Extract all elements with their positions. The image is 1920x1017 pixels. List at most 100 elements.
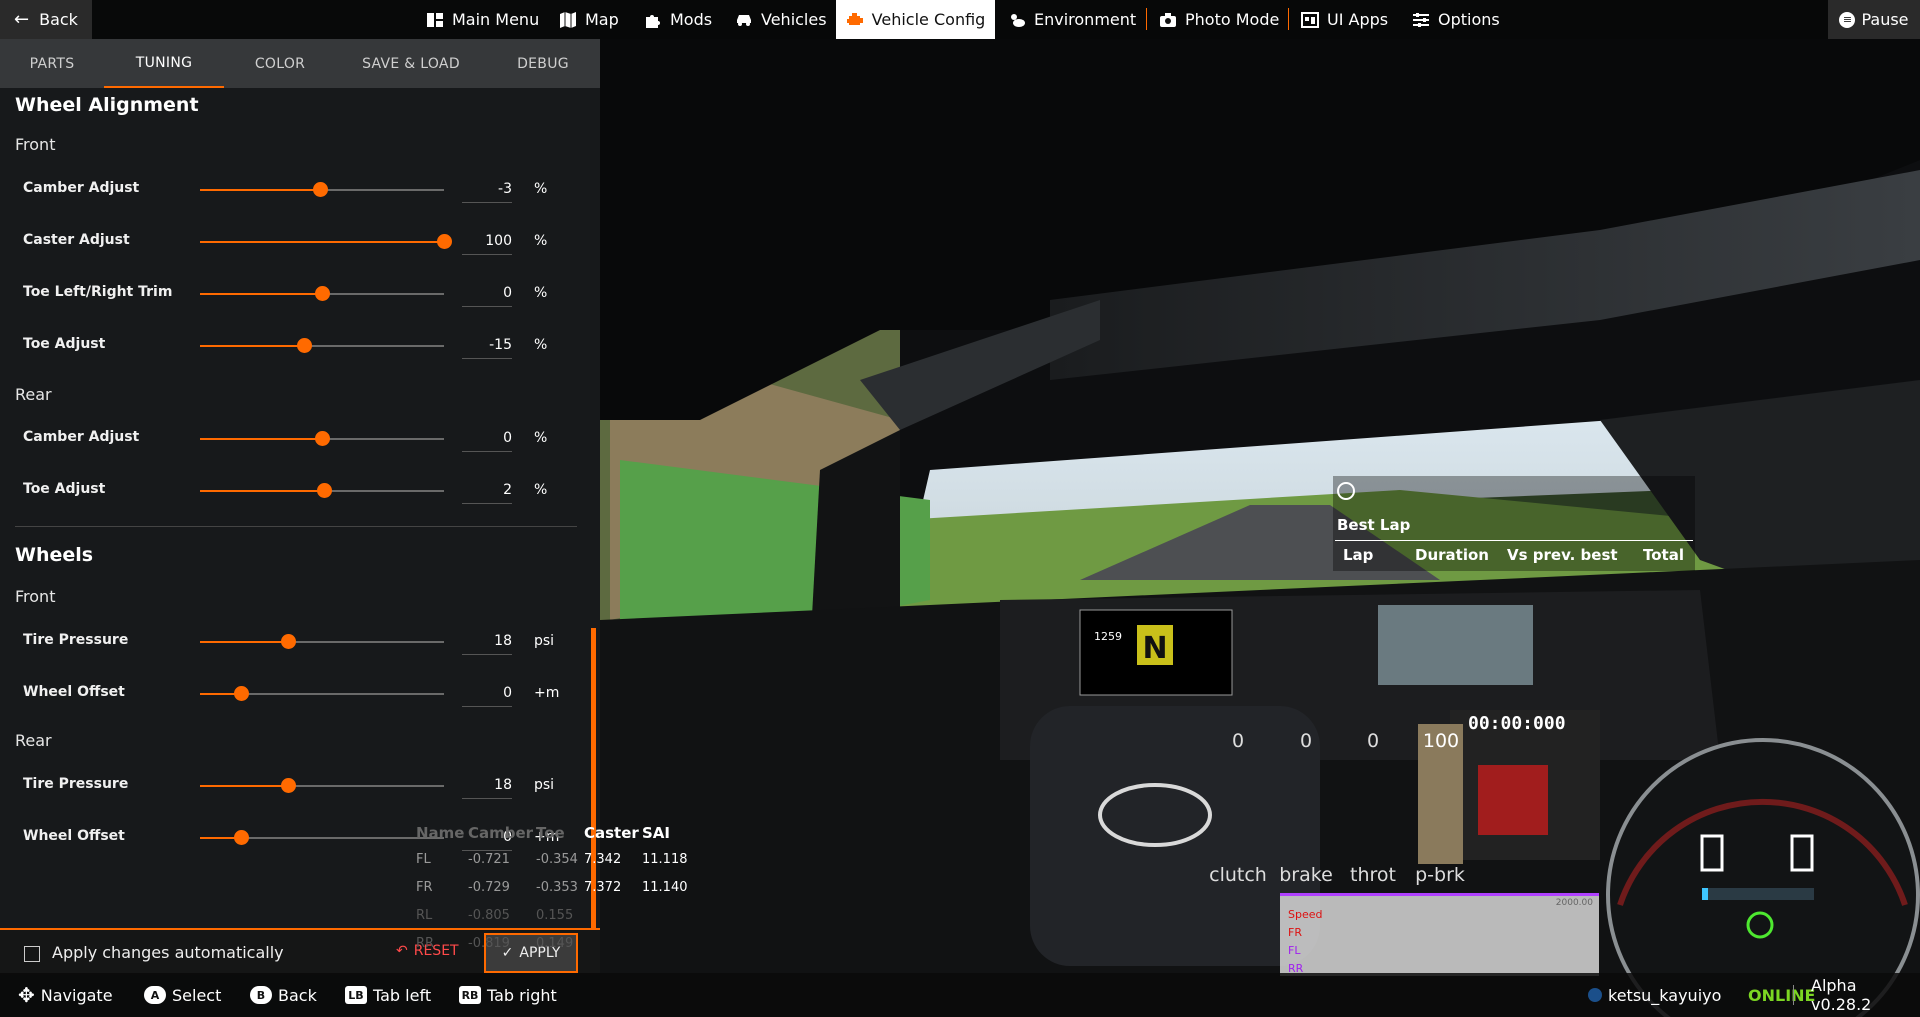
- config-tabs: PARTS TUNING COLOR SAVE & LOAD DEBUG: [0, 39, 600, 88]
- graph-label-fr: FR: [1288, 926, 1302, 939]
- nav-map[interactable]: Map: [559, 0, 619, 39]
- slider-handle[interactable]: [234, 686, 250, 701]
- setting-value-input[interactable]: 0: [462, 680, 512, 707]
- hint-tab-left-label: Tab left: [373, 985, 432, 1005]
- slider-handle[interactable]: [312, 182, 328, 197]
- apply-automatically-checkbox[interactable]: [24, 946, 40, 962]
- puzzle-icon: [646, 14, 660, 28]
- throttle-value: 0: [1366, 730, 1380, 752]
- setting-slider[interactable]: [200, 431, 444, 446]
- col-header-caster: Caster: [584, 824, 639, 842]
- hint-tab-left: LB Tab left: [345, 973, 431, 1017]
- setting-slider[interactable]: [200, 778, 444, 793]
- setting-unit: %: [534, 285, 548, 301]
- slider-fill: [200, 189, 320, 191]
- nav-photo-mode-label: Photo Mode: [1185, 10, 1280, 29]
- setting-label: Tire Pressure: [23, 776, 129, 792]
- nav-ui-apps[interactable]: UI Apps: [1301, 0, 1388, 39]
- racelogic-timer: 00:00:000: [1468, 713, 1566, 734]
- nav-mods-label: Mods: [670, 10, 713, 29]
- ui-apps-icon: [1301, 11, 1319, 28]
- slider-handle[interactable]: [234, 830, 250, 845]
- back-label: Back: [39, 10, 78, 29]
- nav-vehicles-label: Vehicles: [761, 10, 827, 29]
- a-button-icon: A: [144, 986, 166, 1004]
- wheel-table-cell: 0.149: [536, 936, 574, 951]
- setting-value-input[interactable]: 18: [462, 628, 512, 655]
- bottom-separator: [1793, 985, 1794, 1005]
- menu-circle-icon: ≡: [1839, 11, 1856, 28]
- setting-label: Caster Adjust: [23, 232, 130, 248]
- setting-unit: psi: [534, 777, 555, 793]
- slider-handle[interactable]: [437, 234, 452, 249]
- back-button[interactable]: ← Back: [0, 0, 92, 39]
- slider-fill: [200, 490, 325, 492]
- top-navigation-bar: ← Back Main Menu Map Mods Vehicles Vehic…: [0, 0, 1920, 39]
- tab-tuning[interactable]: TUNING: [104, 39, 224, 88]
- col-header-camber: Camber: [468, 824, 534, 842]
- slider-handle[interactable]: [317, 483, 333, 498]
- map-icon: [560, 11, 576, 28]
- setting-slider[interactable]: [200, 234, 452, 249]
- setting-slider[interactable]: [200, 830, 444, 845]
- setting-value-input[interactable]: 0: [462, 280, 512, 307]
- nav-environment-label: Environment: [1034, 10, 1137, 29]
- setting-label: Camber Adjust: [23, 180, 140, 196]
- best-lap-widget: Best Lap Lap Duration Vs prev. best Tota…: [1333, 476, 1695, 571]
- tab-color[interactable]: COLOR: [224, 39, 336, 88]
- wheel-table-cell: 7.372: [584, 880, 622, 895]
- setting-value-input[interactable]: -3: [462, 176, 512, 203]
- nav-environment[interactable]: Environment: [1008, 0, 1136, 39]
- wheel-table-cell: -0.353: [536, 880, 578, 895]
- setting-value-input[interactable]: 18: [462, 772, 512, 799]
- apply-automatically-label[interactable]: Apply changes automatically: [52, 943, 284, 962]
- setting-slider[interactable]: [200, 686, 444, 701]
- section-title-wheels: Wheels: [15, 544, 94, 566]
- setting-unit: %: [534, 337, 548, 353]
- setting-label: Tire Pressure: [23, 632, 129, 648]
- setting-slider[interactable]: [200, 338, 444, 353]
- slider-fill: [200, 241, 444, 243]
- nav-options[interactable]: Options: [1412, 0, 1500, 39]
- setting-slider[interactable]: [200, 634, 444, 649]
- wheel-table-cell: -0.729: [468, 880, 510, 895]
- col-header-name: Name: [416, 824, 465, 842]
- setting-value-input[interactable]: 0: [462, 425, 512, 452]
- nav-photo-mode[interactable]: Photo Mode: [1159, 0, 1279, 39]
- nav-map-label: Map: [585, 10, 619, 29]
- tab-debug[interactable]: DEBUG: [486, 39, 600, 88]
- slider-handle[interactable]: [315, 431, 330, 446]
- brake-label: brake: [1279, 864, 1333, 886]
- hint-select: A Select: [144, 973, 221, 1017]
- nav-vehicle-config[interactable]: Vehicle Config: [836, 0, 995, 39]
- section-title-wheel-alignment: Wheel Alignment: [15, 94, 199, 116]
- weather-icon: [1011, 13, 1025, 27]
- clock-icon: [1337, 482, 1355, 500]
- wheel-table-cell: RR: [416, 936, 435, 951]
- nav-main-menu[interactable]: Main Menu: [426, 0, 539, 39]
- slider-handle[interactable]: [296, 338, 312, 353]
- setting-slider[interactable]: [200, 483, 444, 498]
- main-menu-icon: [427, 12, 443, 27]
- setting-unit: psi: [534, 633, 555, 649]
- setting-slider[interactable]: [200, 182, 444, 197]
- slider-handle[interactable]: [315, 286, 330, 301]
- setting-slider[interactable]: [200, 286, 444, 301]
- tab-save-load[interactable]: SAVE & LOAD: [336, 39, 486, 88]
- hint-back-label: Back: [278, 985, 317, 1005]
- nav-ui-apps-label: UI Apps: [1327, 10, 1389, 29]
- tab-parts[interactable]: PARTS: [0, 39, 104, 88]
- setting-value-input[interactable]: 100: [462, 228, 512, 255]
- pause-button[interactable]: ≡ Pause: [1828, 0, 1920, 39]
- hint-back: B Back: [250, 973, 317, 1017]
- setting-value-input[interactable]: 2: [462, 477, 512, 504]
- tuning-settings-list[interactable]: Wheel Alignment Front Camber Adjust -3% Ca…: [0, 88, 600, 928]
- user-account[interactable]: ketsu_kayuiyo: [1588, 973, 1721, 1017]
- nav-mods[interactable]: Mods: [644, 0, 712, 39]
- slider-handle[interactable]: [280, 634, 296, 649]
- hint-navigate: ✥ Navigate: [18, 973, 113, 1017]
- setting-value-input[interactable]: -15: [462, 332, 512, 359]
- nav-vehicles[interactable]: Vehicles: [735, 0, 827, 39]
- graph-label-speed: Speed: [1288, 908, 1323, 921]
- slider-handle[interactable]: [280, 778, 296, 793]
